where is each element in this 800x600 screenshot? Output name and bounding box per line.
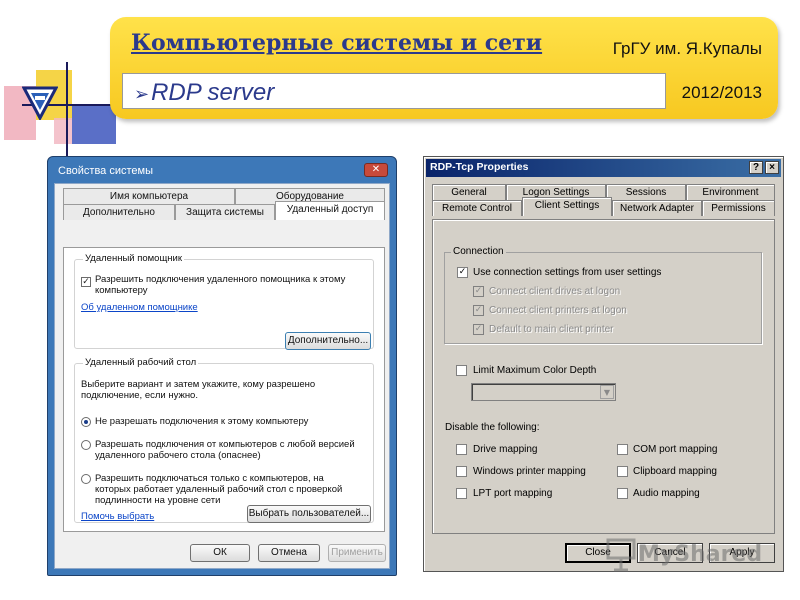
dialog-client-area: Имя компьютера Оборудование Дополнительн… [54, 183, 390, 569]
tab-remote[interactable]: Удаленный доступ [275, 201, 385, 220]
tab-permissions[interactable]: Permissions [702, 200, 775, 216]
arrow-bullet-icon: ➢ [134, 84, 150, 104]
about-assistance-link[interactable]: Об удаленном помощнике [81, 302, 198, 313]
option-allow-nla-only: Разрешить подключаться только с компьюте… [95, 473, 343, 506]
dialog-title: RDP-Tcp Properties [430, 161, 529, 173]
chevron-down-icon: ▼ [600, 385, 614, 399]
decor-vertical-line [66, 62, 68, 170]
title-banner: Компьютерные системы и сети ГрГУ им. Я.К… [110, 17, 778, 119]
allow-assistance-label: Разрешить подключения удаленного помощни… [95, 274, 346, 296]
connection-group: Connection ✓ Use connection settings fro… [444, 246, 762, 344]
tab-environment[interactable]: Environment [686, 184, 775, 200]
tab-computer-name[interactable]: Имя компьютера [63, 188, 235, 204]
university-name: ГрГУ им. Я.Купалы [612, 39, 762, 58]
remote-desktop-group: Удаленный рабочий стол Выберите вариант … [74, 357, 374, 523]
group-label: Удаленный рабочий стол [83, 357, 199, 368]
allow-assistance-checkbox[interactable]: ✓ [81, 277, 91, 287]
lpt-port-mapping-label: LPT port mapping [473, 488, 553, 499]
tab-network-adapter[interactable]: Network Adapter [612, 200, 702, 216]
slide-subtitle: ➢RDP server [134, 79, 274, 107]
tab-sessions[interactable]: Sessions [606, 184, 686, 200]
limit-color-depth-label: Limit Maximum Color Depth [473, 365, 597, 376]
close-icon[interactable]: × [765, 161, 779, 174]
com-port-mapping-label: COM port mapping [633, 444, 718, 455]
com-port-mapping-checkbox[interactable] [617, 444, 628, 455]
limit-color-depth-checkbox[interactable] [456, 365, 467, 376]
default-printer-label: Default to main client printer [489, 324, 614, 335]
drive-mapping-label: Drive mapping [473, 444, 538, 455]
remote-assistance-group: Удаленный помощник ✓ Разрешить подключен… [74, 253, 374, 350]
cancel-button[interactable]: Отмена [258, 544, 320, 562]
decor-block-blue [72, 106, 116, 144]
remote-tab-panel: Удаленный помощник ✓ Разрешить подключен… [63, 247, 385, 532]
help-button[interactable]: ? [749, 161, 763, 174]
watermark-text: MyShared [638, 542, 763, 567]
audio-mapping-label: Audio mapping [633, 488, 700, 499]
tab-remote-control[interactable]: Remote Control [432, 200, 522, 216]
group-label: Connection [451, 246, 506, 257]
tab-general[interactable]: General [432, 184, 506, 200]
color-depth-select[interactable]: ▼ [471, 383, 616, 401]
rdp-tcp-properties-dialog: RDP-Tcp Properties ? × General Logon Set… [423, 156, 784, 572]
connect-drives-checkbox[interactable]: ✓ [473, 286, 484, 297]
watermark: MyShared [606, 536, 766, 576]
option-allow-any-version: Разрешать подключения от компьютеров с л… [95, 439, 355, 461]
connect-printers-label: Connect client printers at logon [489, 305, 627, 316]
use-user-settings-label: Use connection settings from user settin… [473, 267, 662, 278]
drive-mapping-checkbox[interactable] [456, 444, 467, 455]
group-label: Удаленный помощник [83, 253, 184, 264]
radio-allow-any-version[interactable] [81, 440, 91, 450]
select-users-button[interactable]: Выбрать пользователей... [247, 505, 371, 523]
tab-advanced[interactable]: Дополнительно [63, 204, 175, 220]
remote-desktop-instructions: Выберите вариант и затем укажите, кому р… [81, 379, 316, 401]
windows-printer-mapping-label: Windows printer mapping [473, 466, 586, 477]
university-logo-icon [22, 86, 58, 120]
ok-button[interactable]: ОК [190, 544, 250, 562]
clipboard-mapping-label: Clipboard mapping [633, 466, 717, 477]
radio-deny-connections[interactable] [81, 417, 91, 427]
slide-title: Компьютерные системы и сети [131, 30, 543, 56]
client-settings-panel: Connection ✓ Use connection settings fro… [432, 219, 775, 534]
subtitle-text: RDP server [151, 79, 275, 106]
clipboard-mapping-checkbox[interactable] [617, 466, 628, 477]
disable-following-label: Disable the following: [445, 422, 540, 433]
system-properties-dialog: Свойства системы ✕ Имя компьютера Оборуд… [47, 156, 397, 576]
tab-client-settings[interactable]: Client Settings [522, 197, 612, 216]
advanced-button[interactable]: Дополнительно... [285, 332, 371, 350]
radio-allow-nla-only[interactable] [81, 474, 91, 484]
academic-year: 2012/2013 [681, 83, 762, 102]
use-user-settings-checkbox[interactable]: ✓ [457, 267, 468, 278]
tab-system-protection[interactable]: Защита системы [175, 204, 275, 220]
option-deny-connections: Не разрешать подключения к этому компьют… [95, 416, 309, 427]
audio-mapping-checkbox[interactable] [617, 488, 628, 499]
connect-drives-label: Connect client drives at logon [489, 286, 621, 297]
default-printer-checkbox[interactable]: ✓ [473, 324, 484, 335]
connect-printers-checkbox[interactable]: ✓ [473, 305, 484, 316]
close-button[interactable]: ✕ [364, 163, 388, 177]
help-choose-link[interactable]: Помочь выбрать [81, 511, 154, 522]
presentation-board-icon [606, 538, 636, 572]
title-bar: RDP-Tcp Properties ? × [426, 159, 781, 177]
windows-printer-mapping-checkbox[interactable] [456, 466, 467, 477]
dialog-title: Свойства системы [58, 165, 154, 177]
apply-button[interactable]: Применить [328, 544, 386, 562]
lpt-port-mapping-checkbox[interactable] [456, 488, 467, 499]
